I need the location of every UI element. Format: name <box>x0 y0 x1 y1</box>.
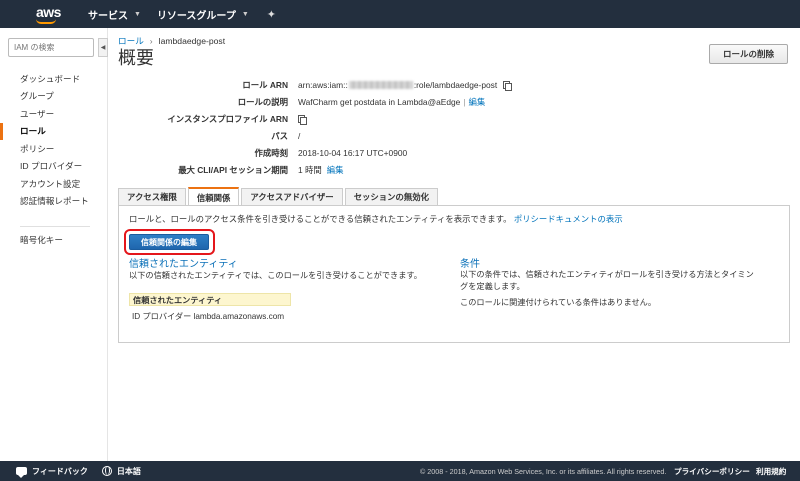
resource-groups-label: リソースグループ <box>156 10 236 22</box>
sidebar-item-encryption-keys[interactable]: 暗号化キー <box>0 231 100 249</box>
summary-row-role-arn: ロール ARN arn:aws:iam:: :role/lambdaedge-p… <box>108 78 668 92</box>
services-menu[interactable]: サービス ▼ <box>88 7 141 22</box>
conditions-empty-message: このロールに関連付けられている条件はありません。 <box>460 298 657 307</box>
copyright-text: © 2008 - 2018, Amazon Web Services, Inc.… <box>420 466 667 476</box>
max-session-value-wrap: 1 時間 編集 <box>298 164 344 176</box>
copy-icon[interactable] <box>298 114 307 125</box>
trusted-entities-table-header: 信頼されたエンティティ <box>129 293 291 306</box>
role-tabs: アクセス権限 信頼関係 アクセスアドバイザー セッションの無効化 <box>118 186 440 206</box>
pin-icon[interactable]: ✦ <box>267 8 276 21</box>
chevron-down-icon: ▼ <box>134 10 141 18</box>
description-label: ロールの説明 <box>237 97 288 107</box>
instance-profile-value <box>298 114 307 125</box>
tab-permissions[interactable]: アクセス権限 <box>118 188 186 205</box>
summary-row-created: 作成時刻 2018-10-04 16:17 UTC+0900 <box>108 146 668 160</box>
search-input[interactable] <box>8 38 94 57</box>
path-value: / <box>298 131 301 141</box>
breadcrumb-current: lambdaedge-post <box>158 36 226 46</box>
sidebar-item-groups[interactable]: グループ <box>0 88 100 106</box>
language-selector[interactable]: 日本語 <box>101 466 141 477</box>
privacy-policy-link[interactable]: プライバシーポリシー <box>674 466 750 477</box>
top-navigation-bar: aws サービス ▼ リソースグループ ▼ ✦ <box>0 0 800 28</box>
sidebar-divider <box>20 226 90 227</box>
main-content: ロール › lambdaedge-post 概要 ロールの削除 ロール ARN … <box>108 28 800 461</box>
sidebar-item-account-settings[interactable]: アカウント設定 <box>0 175 100 193</box>
aws-logo-smile <box>36 19 56 24</box>
trusted-entities-description: 以下の信頼されたエンティティでは、このロールを引き受けることができます。 <box>129 271 422 280</box>
language-label: 日本語 <box>116 466 141 476</box>
role-arn-prefix: arn:aws:iam:: <box>298 80 348 90</box>
delete-role-button[interactable]: ロールの削除 <box>709 44 788 64</box>
sidebar-item-users[interactable]: ユーザー <box>0 105 100 123</box>
terms-link[interactable]: 利用規約 <box>756 466 786 477</box>
page-title: 概要 <box>118 48 154 68</box>
trusted-entities-title: 信頼されたエンティティ <box>129 259 238 270</box>
summary-row-path: パス / <box>108 129 668 143</box>
edit-description-link[interactable]: 編集 <box>468 96 485 108</box>
aws-logo[interactable]: aws <box>0 0 62 28</box>
trusted-entity-row: ID プロバイダー lambda.amazonaws.com <box>132 312 285 321</box>
globe-icon <box>101 466 112 476</box>
created-value: 2018-10-04 16:17 UTC+0900 <box>298 148 408 158</box>
tab-revoke-sessions[interactable]: セッションの無効化 <box>344 188 439 205</box>
view-policy-document-link[interactable]: ポリシードキュメントの表示 <box>514 214 623 224</box>
sidebar-item-policies[interactable]: ポリシー <box>0 140 100 158</box>
sidebar-extra: 暗号化キー <box>0 231 100 249</box>
role-arn-label: ロール ARN <box>242 80 288 90</box>
instance-profile-label: インスタンスプロファイル ARN <box>167 114 288 124</box>
sidebar-item-identity-providers[interactable]: ID プロバイダー <box>0 158 100 176</box>
sidebar-item-dashboard[interactable]: ダッシュボード <box>0 70 100 88</box>
trust-relationships-panel: ロールと、ロールのアクセス条件を引き受けることができる信頼されたエンティティを表… <box>118 205 790 343</box>
redacted-account-id <box>348 81 413 89</box>
services-label: サービス <box>88 10 128 22</box>
description-value-wrap: WafCharm get postdata in Lambda@aEdge | … <box>298 96 485 108</box>
role-arn-suffix: :role/lambdaedge-post <box>413 80 498 90</box>
chevron-down-icon: ▼ <box>241 10 249 18</box>
feedback-button[interactable]: フィードバック <box>16 466 88 478</box>
description-value: WafCharm get postdata in Lambda@aEdge <box>298 97 461 107</box>
feedback-label: フィードバック <box>32 466 88 476</box>
sidebar-item-roles[interactable]: ロール <box>0 122 100 140</box>
pipe-separator: | <box>463 97 466 107</box>
trust-description: ロールと、ロールのアクセス条件を引き受けることができる信頼されたエンティティを表… <box>129 214 512 224</box>
resource-groups-menu[interactable]: リソースグループ ▼ <box>157 7 249 22</box>
summary-row-instance-profile: インスタンスプロファイル ARN <box>108 112 668 126</box>
sidebar-nav: ダッシュボード グループ ユーザー ロール ポリシー ID プロバイダー アカウ… <box>0 70 100 210</box>
footer: フィードバック 日本語 © 2008 - 2018, Amazon Web Se… <box>0 461 800 481</box>
sidebar: ◀ ダッシュボード グループ ユーザー ロール ポリシー ID プロバイダー ア… <box>0 28 108 461</box>
created-label: 作成時刻 <box>254 148 289 158</box>
role-arn-value: arn:aws:iam:: :role/lambdaedge-post <box>298 80 513 91</box>
sidebar-item-credential-report[interactable]: 認証情報レポート <box>0 193 100 211</box>
collapse-icon[interactable]: ◀ <box>98 38 108 57</box>
summary-row-max-session: 最大 CLI/API セッション期間 1 時間 編集 <box>108 163 668 177</box>
aws-logo-text: aws <box>36 4 61 20</box>
chat-icon <box>16 467 27 478</box>
max-session-label: 最大 CLI/API セッション期間 <box>178 165 288 175</box>
conditions-title: 条件 <box>460 259 480 270</box>
edit-trust-relationship-button[interactable]: 信頼関係の編集 <box>129 234 209 250</box>
trust-description-wrap: ロールと、ロールのアクセス条件を引き受けることができる信頼されたエンティティを表… <box>129 213 623 225</box>
conditions-description: 以下の条件では、信頼されたエンティティがロールを引き受ける方法とタイミングを定義… <box>460 270 754 291</box>
edit-max-session-link[interactable]: 編集 <box>327 164 344 176</box>
tab-access-advisor[interactable]: アクセスアドバイザー <box>241 188 343 205</box>
path-label: パス <box>271 131 288 141</box>
tab-trust-relationships[interactable]: 信頼関係 <box>187 187 240 206</box>
max-session-value: 1 時間 <box>298 165 322 175</box>
copy-icon[interactable] <box>503 80 513 91</box>
summary-row-description: ロールの説明 WafCharm get postdata in Lambda@a… <box>108 95 668 109</box>
